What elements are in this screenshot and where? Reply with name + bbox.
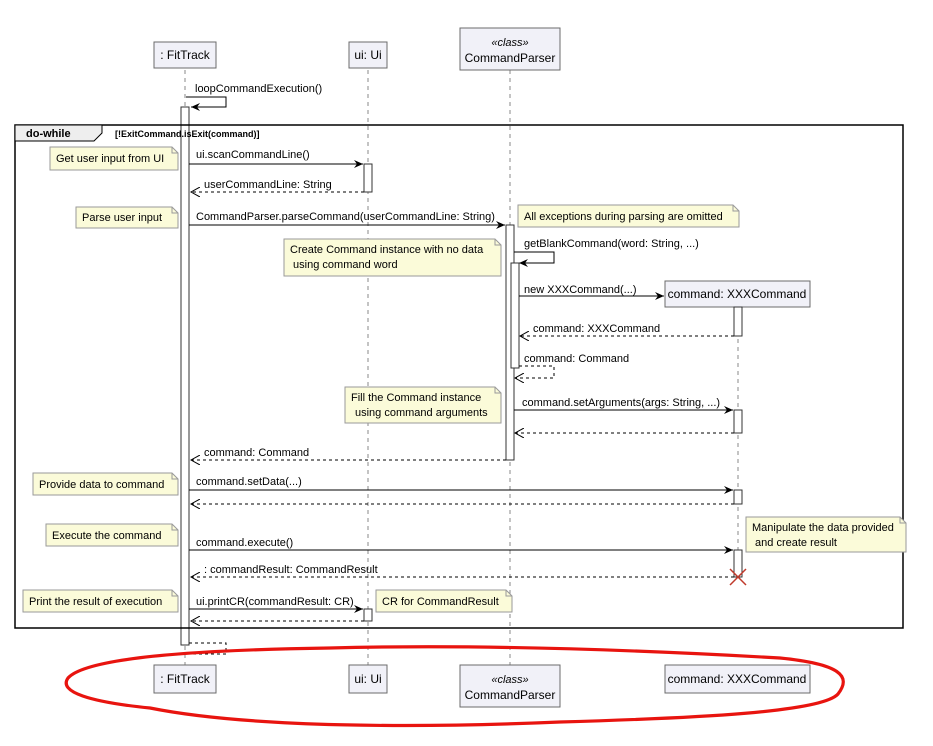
participant-parser-top: «class» CommandParser <box>459 27 561 71</box>
svg-text:using command arguments: using command arguments <box>355 407 488 419</box>
participant-ui-top: ui: Ui <box>348 41 388 69</box>
svg-text:command: XXXCommand: command: XXXCommand <box>668 672 807 686</box>
activation-fittrack <box>180 106 190 646</box>
svg-text:using command word: using command word <box>290 259 398 271</box>
note-fill-command-instance: Fill the Command instance using command … <box>344 386 502 424</box>
message-set-data: command.setData(...) <box>189 476 733 494</box>
svg-text:Print the result of execution: Print the result of execution <box>29 596 162 608</box>
participant-xxxcommand-created: command: XXXCommand <box>664 280 811 308</box>
svg-text:loopCommandExecution(): loopCommandExecution() <box>195 83 322 95</box>
return-blank-command: command: Command <box>515 353 629 378</box>
note-manipulate-data: Manipulate the data provided and create … <box>745 516 907 553</box>
svg-text:command: Command: command: Command <box>524 353 629 365</box>
svg-text:command: XXXCommand: command: XXXCommand <box>668 287 807 301</box>
do-while-fragment: do-while [!ExitCommand.isExit(command)] <box>14 124 904 629</box>
svg-text:All exceptions during parsing: All exceptions during parsing are omitte… <box>524 211 723 223</box>
svg-text:userCommandLine: String: userCommandLine: String <box>204 179 332 191</box>
note-execute-command: Execute the command <box>45 523 179 547</box>
svg-text:: commandResult: CommandResult: : commandResult: CommandResult <box>204 564 378 576</box>
participant-parser-bottom: «class» CommandParser <box>459 664 561 708</box>
note-get-user-input: Get user input from UI <box>49 146 179 171</box>
note-parse-user-input: Parse user input <box>75 206 179 229</box>
svg-text:ui: Ui: ui: Ui <box>354 672 381 686</box>
svg-text:CommandParser.parseCommand(use: CommandParser.parseCommand(userCommandLi… <box>196 211 495 223</box>
note-exceptions-omitted: All exceptions during parsing are omitte… <box>517 204 740 228</box>
note-create-command-instance: Create Command instance with no data usi… <box>283 238 502 277</box>
message-get-blank-command: getBlankCommand(word: String, ...) <box>514 238 699 267</box>
activation-xxx-set-arguments <box>733 409 743 434</box>
message-scan-command-line: ui.scanCommandLine() <box>189 149 363 168</box>
note-print-result: Print the result of execution <box>22 589 179 613</box>
svg-text:Manipulate the data provided: Manipulate the data provided <box>752 522 894 534</box>
note-cr-abbreviation: CR for CommandResult <box>375 589 513 613</box>
activation-ui-scan <box>363 163 373 193</box>
svg-text:[!ExitCommand.isExit(command)]: [!ExitCommand.isExit(command)] <box>115 129 260 139</box>
activation-xxx-set-data <box>733 489 743 505</box>
activation-xxx-execute <box>733 549 743 578</box>
svg-text:getBlankCommand(word: String,: getBlankCommand(word: String, ...) <box>524 238 699 250</box>
message-loop-command-execution: loopCommandExecution() <box>186 83 322 111</box>
message-set-arguments: command.setArguments(args: String, ...) <box>514 397 733 414</box>
return-new-xxx-command: command: XXXCommand <box>520 323 734 336</box>
svg-text:: FitTrack: : FitTrack <box>160 48 211 62</box>
message-print-cr: ui.printCR(commandResult: CR) <box>189 596 363 613</box>
svg-text:new XXXCommand(...): new XXXCommand(...) <box>524 284 636 296</box>
participant-xxxcommand-bottom: command: XXXCommand <box>664 664 811 694</box>
return-command-result: : commandResult: CommandResult <box>191 564 734 577</box>
participant-fittrack-bottom: : FitTrack <box>153 664 217 694</box>
svg-text:command: XXXCommand: command: XXXCommand <box>533 323 660 335</box>
svg-text:: FitTrack: : FitTrack <box>160 672 211 686</box>
return-user-command-line: userCommandLine: String <box>191 179 364 192</box>
message-parse-command: CommandParser.parseCommand(userCommandLi… <box>189 211 505 229</box>
svg-text:«class»: «class» <box>491 674 528 686</box>
svg-text:ui: Ui: ui: Ui <box>354 48 381 62</box>
message-execute: command.execute() <box>189 537 733 554</box>
svg-text:Fill the Command instance: Fill the Command instance <box>351 392 481 404</box>
svg-text:Parse user input: Parse user input <box>82 212 162 224</box>
sequence-diagram: : FitTrack ui: Ui «class» CommandParser … <box>14 27 907 728</box>
activation-ui-print <box>363 608 373 622</box>
svg-text:CR for CommandResult: CR for CommandResult <box>382 596 499 608</box>
svg-text:command.setData(...): command.setData(...) <box>196 476 302 488</box>
activation-parser-nested <box>510 262 520 369</box>
svg-text:Create Command instance with n: Create Command instance with no data <box>290 244 484 256</box>
note-provide-data: Provide data to command <box>32 472 179 496</box>
svg-text:do-while: do-while <box>26 128 71 140</box>
svg-text:command.execute(): command.execute() <box>196 537 293 549</box>
svg-text:«class»: «class» <box>491 37 528 49</box>
svg-text:Get user input from UI: Get user input from UI <box>56 153 164 165</box>
message-new-xxx-command: new XXXCommand(...) <box>519 284 664 300</box>
participant-ui-bottom: ui: Ui <box>348 664 388 694</box>
activation-xxx-construct <box>733 306 743 337</box>
svg-text:ui.printCR(commandResult: CR): ui.printCR(commandResult: CR) <box>196 596 354 608</box>
svg-text:Execute the command: Execute the command <box>52 530 161 542</box>
return-parse-command: command: Command <box>191 447 506 460</box>
svg-text:ui.scanCommandLine(): ui.scanCommandLine() <box>196 149 310 161</box>
svg-text:CommandParser: CommandParser <box>465 688 556 702</box>
svg-text:and create result: and create result <box>752 537 837 549</box>
svg-text:CommandParser: CommandParser <box>465 51 556 65</box>
svg-text:command: Command: command: Command <box>204 447 309 459</box>
svg-text:Provide data to command: Provide data to command <box>39 479 164 491</box>
svg-text:command.setArguments(args: Str: command.setArguments(args: String, ...) <box>522 397 720 409</box>
participant-fittrack-top: : FitTrack <box>153 41 217 69</box>
